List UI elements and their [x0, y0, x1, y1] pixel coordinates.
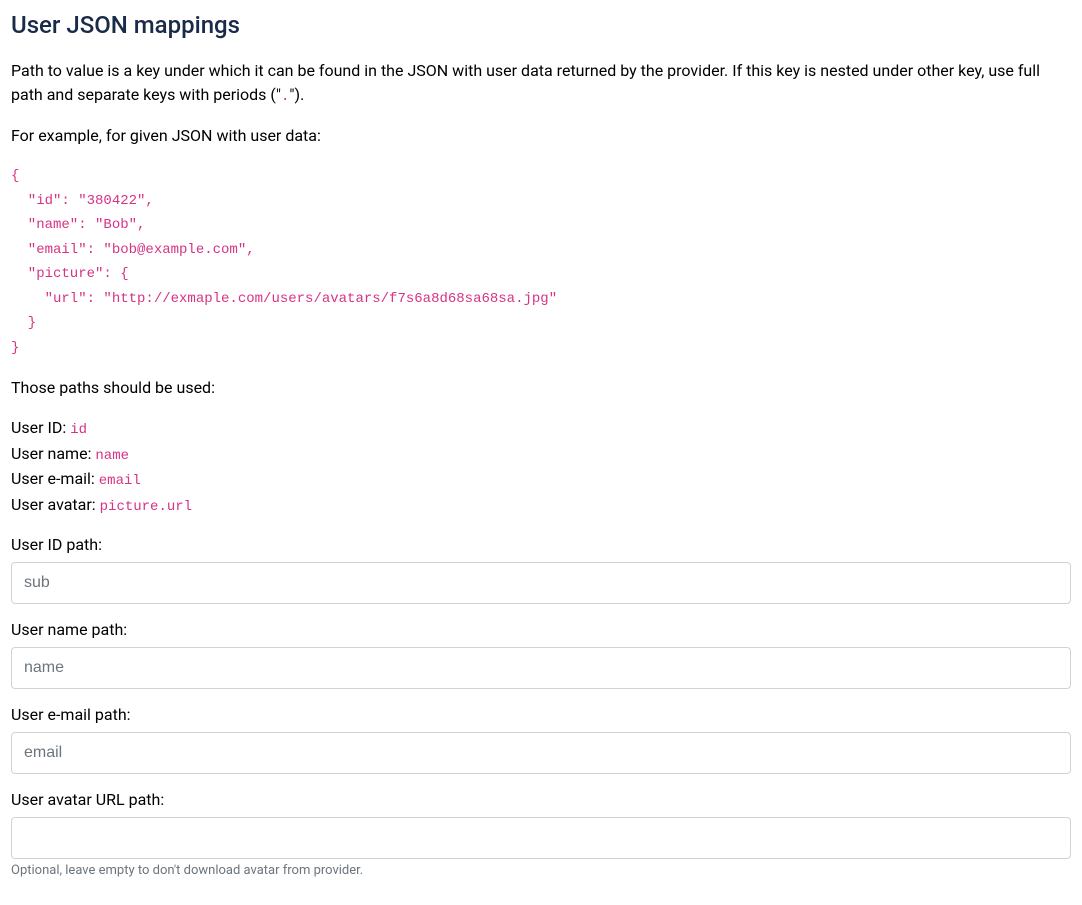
intro-text-before: Path to value is a key under which it ca…	[11, 61, 1040, 104]
example-intro: For example, for given JSON with user da…	[11, 124, 1071, 148]
mapping-row-user-email: User e-mail: email	[11, 467, 1071, 493]
mapping-label: User name:	[11, 444, 95, 463]
user-email-path-label: User e-mail path:	[11, 705, 1071, 724]
mapping-row-user-name: User name: name	[11, 442, 1071, 468]
intro-text-after: ").	[289, 85, 304, 104]
form-group-user-id: User ID path:	[11, 535, 1071, 604]
mapping-label: User ID:	[11, 418, 70, 437]
mapping-code: name	[95, 448, 129, 464]
mapping-row-user-avatar: User avatar: picture.url	[11, 493, 1071, 519]
mapping-list: User ID: id User name: name User e-mail:…	[11, 416, 1071, 519]
user-id-path-label: User ID path:	[11, 535, 1071, 554]
intro-paragraph: Path to value is a key under which it ca…	[11, 59, 1071, 108]
section-title: User JSON mappings	[11, 11, 1071, 39]
user-email-path-input[interactable]	[11, 732, 1071, 774]
mapping-label: User avatar:	[11, 495, 100, 514]
form-group-user-email: User e-mail path:	[11, 705, 1071, 774]
form-group-user-name: User name path:	[11, 620, 1071, 689]
mapping-code: id	[70, 422, 87, 438]
paths-intro: Those paths should be used:	[11, 376, 1071, 400]
form-group-user-avatar: User avatar URL path: Optional, leave em…	[11, 790, 1071, 878]
example-json-block: { "id": "380422", "name": "Bob", "email"…	[11, 164, 1071, 360]
mapping-row-user-id: User ID: id	[11, 416, 1071, 442]
user-avatar-help-text: Optional, leave empty to don't download …	[11, 863, 1071, 878]
user-avatar-path-input[interactable]	[11, 817, 1071, 859]
mapping-code: picture.url	[100, 499, 192, 515]
mapping-code: email	[99, 473, 141, 489]
mapping-label: User e-mail:	[11, 469, 99, 488]
user-name-path-input[interactable]	[11, 647, 1071, 689]
user-name-path-label: User name path:	[11, 620, 1071, 639]
user-avatar-path-label: User avatar URL path:	[11, 790, 1071, 809]
user-id-path-input[interactable]	[11, 562, 1071, 604]
